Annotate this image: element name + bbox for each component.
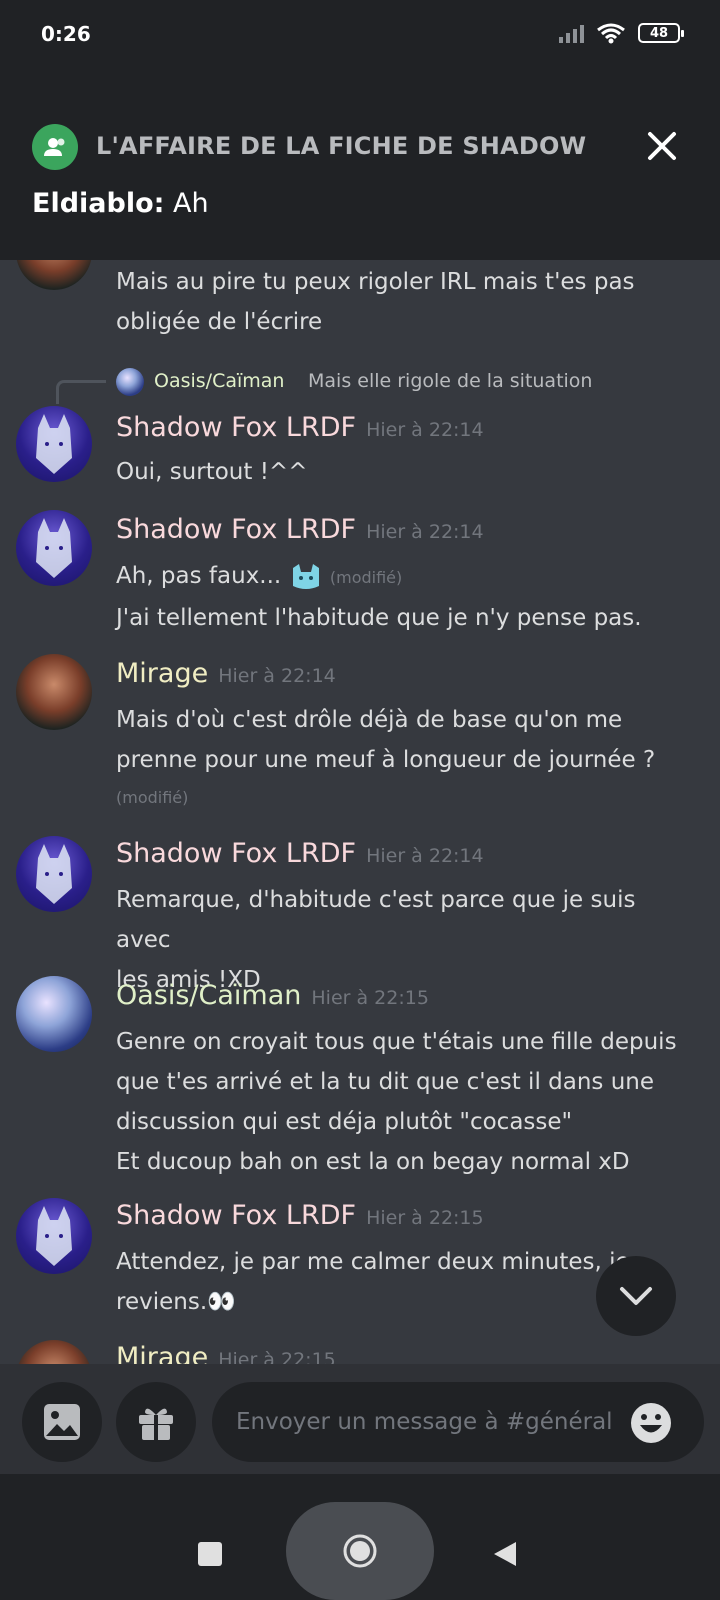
timestamp: Hier à 22:15	[366, 1207, 484, 1229]
edited-label: (modifié)	[116, 788, 189, 807]
message-line: Remarque, d'habitude c'est parce que je …	[116, 887, 636, 953]
message-text: Mais au pire tu peux rigoler IRL mais t'…	[116, 262, 696, 342]
emoji-picker-icon[interactable]	[630, 1402, 672, 1444]
timestamp: Hier à 22:14	[218, 665, 336, 687]
group-dm-icon	[32, 124, 78, 170]
avatar[interactable]	[16, 976, 92, 1052]
message-author[interactable]: Mirage Hier à 22:14	[116, 658, 336, 689]
signal-icon	[559, 23, 584, 43]
message-author[interactable]: Shadow Fox LRDF Hier à 22:14	[116, 412, 484, 443]
reply-avatar	[116, 368, 144, 396]
message-composer	[0, 1364, 720, 1474]
battery-icon: 48	[638, 23, 684, 43]
group-title: L'AFFAIRE DE LA FICHE DE SHADOW	[96, 132, 587, 160]
author-name[interactable]: Oasis/Caïman	[116, 980, 301, 1011]
message-text: Mais d'où c'est drôle déjà de base qu'on…	[116, 700, 696, 816]
timestamp: Hier à 22:14	[366, 845, 484, 867]
preview-author: Eldiablo:	[32, 188, 165, 219]
users-icon	[44, 138, 65, 156]
emoji-icon	[292, 563, 319, 589]
timestamp: Hier à 22:14	[366, 521, 484, 543]
timestamp: Hier à 22:15	[311, 987, 429, 1009]
message-line-text: Ah, pas faux...	[116, 563, 282, 589]
fox-avatar-icon	[36, 1206, 72, 1266]
system-nav-bar	[0, 1474, 720, 1600]
reply-text[interactable]: Mais elle rigole de la situation	[308, 370, 592, 392]
notification-header: 0:26 48 L'AFFAIRE DE LA FICHE DE SHADOW …	[0, 0, 720, 260]
author-name[interactable]: Mirage	[116, 658, 208, 689]
scroll-to-bottom-button[interactable]	[596, 1256, 676, 1336]
image-icon	[44, 1404, 80, 1440]
chevron-down-icon	[620, 1287, 652, 1305]
fox-avatar-icon	[36, 844, 72, 904]
status-time: 0:26	[41, 22, 91, 46]
reply-connector	[56, 380, 106, 404]
message-author[interactable]: Shadow Fox LRDF Hier à 22:15	[116, 1200, 484, 1231]
home-icon	[343, 1534, 377, 1568]
message-line: Ah, pas faux... (modifié)	[116, 556, 696, 598]
message-line: Mais au pire tu peux rigoler IRL mais t'…	[116, 269, 635, 295]
message-text: Oui, surtout !^^	[116, 452, 696, 492]
message-author[interactable]: Shadow Fox LRDF Hier à 22:14	[116, 838, 484, 869]
message-line: J'ai tellement l'habitude que je n'y pen…	[116, 605, 642, 631]
reply-author[interactable]: Oasis/Caïman	[154, 370, 284, 392]
back-icon[interactable]	[492, 1540, 518, 1568]
message-line: que t'es arrivé et la tu dit que c'est i…	[116, 1069, 655, 1095]
message-partial: Mirage Hier à 22:15	[0, 1340, 720, 1364]
message-line: obligée de l'écrire	[116, 309, 323, 335]
avatar[interactable]	[16, 1340, 92, 1364]
edited-label: (modifié)	[329, 568, 403, 587]
author-name[interactable]: Shadow Fox LRDF	[116, 514, 356, 545]
message-line: prenne pour une meuf à longueur de journ…	[116, 747, 656, 773]
preview-text: Ah	[164, 188, 209, 219]
message-line: Oui, surtout !^^	[116, 459, 308, 485]
avatar[interactable]	[16, 1198, 92, 1274]
message-author[interactable]: Shadow Fox LRDF Hier à 22:14	[116, 514, 484, 545]
battery-level: 48	[649, 25, 669, 41]
message-text: Ah, pas faux... (modifié) J'ai tellement…	[116, 556, 696, 638]
home-button[interactable]	[286, 1502, 434, 1600]
message-line: Mais d'où c'est drôle déjà de base qu'on…	[116, 707, 623, 733]
avatar[interactable]	[16, 406, 92, 482]
avatar[interactable]	[16, 836, 92, 912]
avatar[interactable]	[16, 510, 92, 586]
gift-button[interactable]	[116, 1382, 196, 1462]
message-author[interactable]: Oasis/Caïman Hier à 22:15	[116, 980, 429, 1011]
message-line: discussion qui est déja plutôt "cocasse"	[116, 1109, 573, 1135]
author-name[interactable]: Shadow Fox LRDF	[116, 838, 356, 869]
timestamp: Hier à 22:15	[218, 1349, 336, 1364]
gift-icon	[139, 1408, 173, 1440]
message-author[interactable]: Mirage Hier à 22:15	[116, 1342, 336, 1364]
message-text: Genre on croyait tous que t'étais une fi…	[116, 1022, 696, 1182]
wifi-icon	[597, 23, 625, 44]
avatar[interactable]	[16, 654, 92, 730]
attach-image-button[interactable]	[22, 1382, 102, 1462]
close-icon[interactable]	[644, 128, 680, 164]
author-name[interactable]: Mirage	[116, 1342, 208, 1364]
author-name[interactable]: Shadow Fox LRDF	[116, 1200, 356, 1231]
message-line: Et ducoup bah on est la on begay normal …	[116, 1149, 630, 1175]
recent-apps-icon[interactable]	[198, 1542, 222, 1566]
notification-preview[interactable]: Eldiablo: Ah	[32, 188, 209, 219]
fox-avatar-icon	[36, 518, 72, 578]
timestamp: Hier à 22:14	[366, 419, 484, 441]
status-icons: 48	[559, 22, 684, 44]
author-name[interactable]: Shadow Fox LRDF	[116, 412, 356, 443]
message-line: Genre on croyait tous que t'étais une fi…	[116, 1029, 677, 1055]
fox-avatar-icon	[36, 414, 72, 474]
